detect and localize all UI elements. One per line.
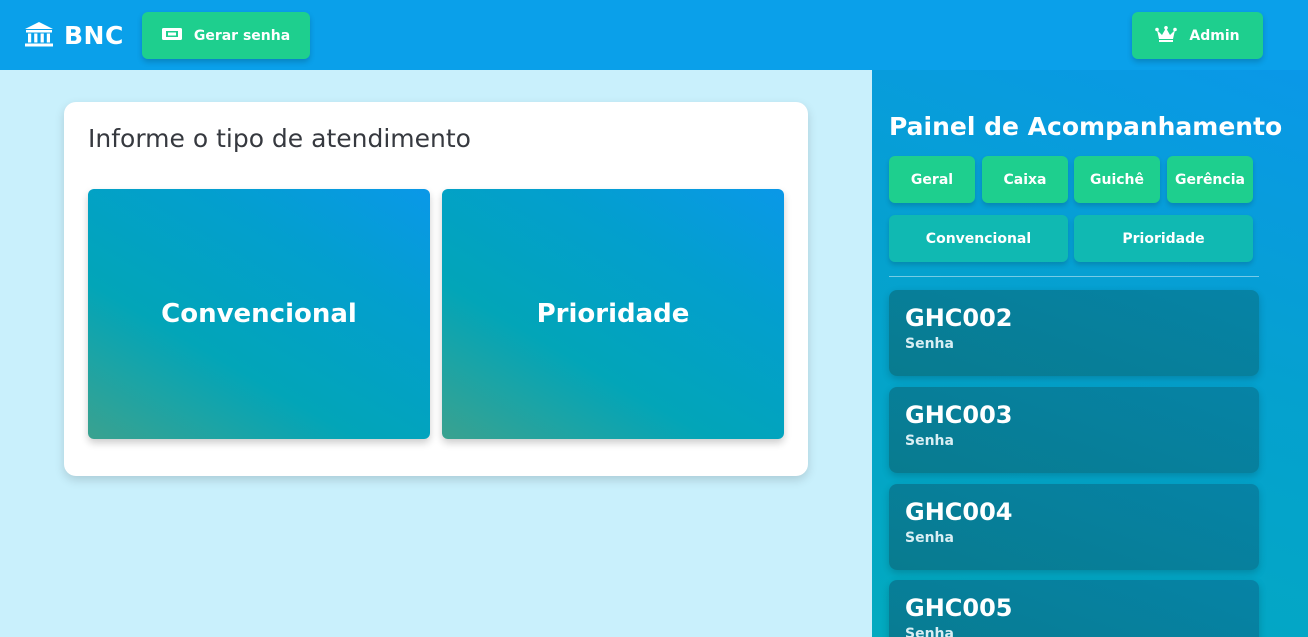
ticket-code: GHC004 (905, 498, 1013, 526)
tracking-panel: Painel de Acompanhamento Geral Caixa Gui… (872, 70, 1308, 637)
ticket-icon (161, 27, 182, 44)
top-bar: BNC Gerar senha Admin (0, 0, 1308, 70)
ticket-card[interactable]: GHC003 Senha (889, 387, 1259, 473)
gerar-senha-button[interactable]: Gerar senha (142, 12, 310, 59)
panel-title: Painel de Acompanhamento (889, 112, 1283, 141)
filter-prioridade-label: Prioridade (1122, 230, 1205, 247)
crown-icon (1155, 25, 1178, 46)
ticket-label: Senha (905, 336, 954, 352)
ticket-card[interactable]: GHC002 Senha (889, 290, 1259, 376)
prioridade-option[interactable]: Prioridade (442, 189, 784, 439)
ticket-code: GHC002 (905, 304, 1013, 332)
prioridade-label: Prioridade (536, 299, 690, 329)
panel-divider (889, 276, 1259, 277)
filter-geral-button[interactable]: Geral (889, 156, 975, 203)
filter-caixa-label: Caixa (1003, 171, 1047, 188)
ticket-label: Senha (905, 433, 954, 449)
filter-gerencia-button[interactable]: Gerência (1167, 156, 1253, 203)
filter-convencional-button[interactable]: Convencional (889, 215, 1068, 262)
ticket-code: GHC005 (905, 594, 1013, 622)
admin-button[interactable]: Admin (1132, 12, 1263, 59)
card-title: Informe o tipo de atendimento (88, 124, 471, 153)
convencional-option[interactable]: Convencional (88, 189, 430, 439)
ticket-code: GHC003 (905, 401, 1013, 429)
filter-guiche-button[interactable]: Guichê (1074, 156, 1160, 203)
filter-convencional-label: Convencional (925, 230, 1032, 247)
convencional-label: Convencional (161, 299, 357, 329)
gerar-senha-label: Gerar senha (193, 27, 291, 44)
filter-gerencia-label: Gerência (1175, 171, 1245, 188)
ticket-label: Senha (905, 626, 954, 637)
admin-label: Admin (1189, 27, 1240, 44)
filter-caixa-button[interactable]: Caixa (982, 156, 1068, 203)
bank-icon (24, 21, 54, 49)
service-type-card: Informe o tipo de atendimento Convencion… (64, 102, 808, 476)
filter-prioridade-button[interactable]: Prioridade (1074, 215, 1253, 262)
brand[interactable]: BNC (24, 19, 124, 51)
ticket-card[interactable]: GHC005 Senha (889, 580, 1259, 637)
ticket-label: Senha (905, 530, 954, 546)
filter-geral-label: Geral (910, 171, 954, 188)
ticket-card[interactable]: GHC004 Senha (889, 484, 1259, 570)
brand-name: BNC (64, 20, 124, 50)
filter-guiche-label: Guichê (1089, 171, 1145, 188)
